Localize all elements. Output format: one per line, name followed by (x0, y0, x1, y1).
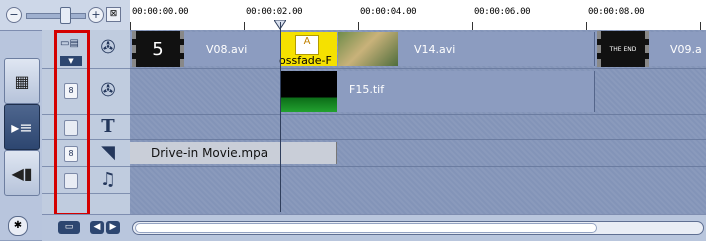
fit-project-button[interactable]: ⊠ (106, 7, 121, 22)
timeline-icon: ▸≡ (11, 117, 33, 137)
scroll-right-button[interactable]: ▶ (106, 221, 120, 234)
clip-label: Drive-in Movie.mpa (151, 146, 269, 160)
clip-label: V14.avi (414, 42, 456, 56)
ruler-time-label: 00:00:06.00 (474, 7, 531, 17)
film-reel-icon: ✇ (100, 80, 116, 101)
ruler-time-label: 00:00:00.00 (132, 7, 189, 17)
clip-v09[interactable]: THE END V09.a (595, 31, 706, 67)
transition-crossfade[interactable]: A ossfade-F (279, 32, 337, 67)
zoom-slider-handle[interactable] (60, 7, 71, 24)
clip-v14[interactable]: V14.avi (338, 32, 595, 66)
title-track[interactable] (130, 115, 706, 140)
zoom-controls: − + ⊠ (0, 0, 130, 31)
timeline-bottom-bar: ▭ ◀ ▶ (42, 214, 706, 241)
storyboard-icon: ▦ (14, 71, 30, 91)
arrow-right-icon: ▶ (109, 222, 117, 232)
ruler-time-label: 00:00:04.00 (360, 7, 417, 17)
clip-label: F15.tif (349, 83, 385, 96)
gear-icon: ✱ (13, 220, 23, 231)
clip-label: V09.a (670, 42, 702, 56)
voice-icon: ◥ (101, 142, 115, 163)
clip-f15[interactable]: F15.tif (281, 71, 595, 112)
view-mode-sidebar: ▦ ▸≡ ◀▮ ✱ (0, 0, 43, 240)
transition-icon: A (295, 35, 319, 55)
film-reel-icon: ✇ (100, 37, 116, 58)
title-t-icon: T (101, 116, 115, 137)
zoom-in-button[interactable]: + (88, 7, 104, 23)
zoom-out-button[interactable]: − (6, 7, 22, 23)
clip-thumbnail: THE END (597, 31, 649, 67)
clip-thumbnail (281, 71, 337, 112)
clip-thumbnail: 5 (132, 31, 184, 67)
music-track[interactable] (130, 167, 706, 215)
clip-label: V08.avi (206, 42, 248, 56)
ruler-time-label: 00:00:02.00 (246, 7, 303, 17)
zoom-slider-track[interactable] (26, 13, 86, 19)
project-settings-button[interactable]: ✱ (8, 216, 28, 236)
clip-label: ossfade-F (279, 54, 332, 67)
audio-view-button[interactable]: ◀▮ (4, 150, 40, 196)
scrollbar-thumb[interactable] (135, 223, 597, 233)
playhead-line[interactable] (280, 22, 281, 212)
highlight-rectangle (54, 30, 90, 216)
timeline-view-button[interactable]: ▸≡ (4, 104, 40, 150)
arrow-left-icon: ◀ (93, 222, 101, 232)
time-ruler[interactable]: 00:00:00.00 00:00:02.00 00:00:04.00 00:0… (130, 0, 706, 31)
clip-thumbnail (338, 32, 398, 66)
ruler-time-label: 00:00:08.00 (588, 7, 645, 17)
track-manager-button[interactable]: ▭ (58, 221, 80, 234)
music-note-icon: ♫ (99, 169, 117, 190)
audio-icon: ◀▮ (11, 163, 33, 183)
video-track[interactable]: 5 V08.avi A ossfade-F V14.avi THE END V0… (130, 30, 706, 69)
storyboard-view-button[interactable]: ▦ (4, 58, 40, 104)
scroll-left-button[interactable]: ◀ (90, 221, 104, 234)
voice-track[interactable]: Drive-in Movie.mpa (130, 140, 706, 167)
clip-v08[interactable]: 5 V08.avi (130, 31, 281, 67)
clip-audio[interactable]: Drive-in Movie.mpa (130, 142, 337, 164)
overlay-track[interactable]: F15.tif (130, 69, 706, 115)
timeline-scrollbar[interactable] (132, 221, 704, 235)
